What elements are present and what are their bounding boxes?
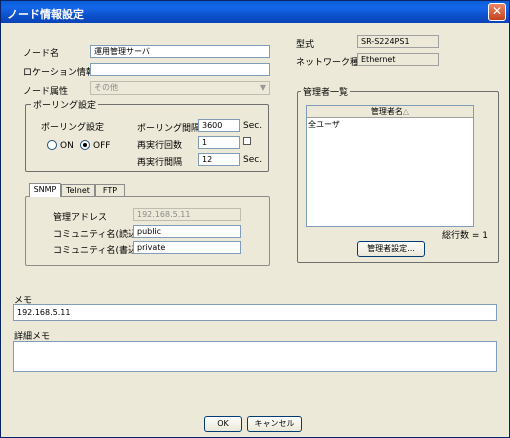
tab-ftp-label: FTP bbox=[102, 186, 118, 195]
close-button[interactable]: ✕ bbox=[488, 3, 506, 21]
attribute-selected-value: その他 bbox=[94, 83, 118, 92]
attribute-label: ノード属性 bbox=[23, 87, 69, 97]
tab-snmp[interactable]: SNMP bbox=[29, 183, 61, 197]
tab-snmp-label: SNMP bbox=[33, 185, 57, 194]
retry-count-label: 再実行回数 bbox=[137, 141, 183, 151]
polling-setting-label: ポーリング設定 bbox=[41, 123, 105, 133]
polling-off-radio[interactable] bbox=[80, 140, 90, 150]
model-label: 型式 bbox=[296, 40, 315, 50]
admin-row-label: 全ユーザ bbox=[308, 120, 340, 129]
mgmt-address-input[interactable]: 192.168.5.11 bbox=[133, 208, 241, 221]
polling-on-radio[interactable] bbox=[47, 140, 57, 150]
sort-ascending-icon: △ bbox=[402, 107, 410, 116]
row-count-text: 総行数 = 1 bbox=[442, 231, 488, 241]
node-info-dialog: ノード情報設定 ✕ ノード名 運用管理サーバ ロケーション情報 ノード属性 その… bbox=[0, 0, 510, 438]
chevron-down-icon: ▼ bbox=[259, 83, 266, 92]
polling-on-label: ON bbox=[60, 141, 74, 151]
polling-interval-label: ポーリング間隔 bbox=[137, 124, 201, 134]
model-value: SR-S224PS1 bbox=[357, 35, 439, 48]
location-input[interactable] bbox=[90, 63, 270, 76]
tab-telnet-label: Telnet bbox=[66, 186, 90, 195]
retry-interval-input[interactable]: 12 bbox=[198, 153, 240, 166]
window-title: ノード情報設定 bbox=[7, 8, 84, 21]
node-name-input[interactable]: 運用管理サーバ bbox=[90, 45, 270, 58]
retry-interval-unit: Sec. bbox=[243, 155, 263, 165]
list-item[interactable]: 全ユーザ bbox=[307, 118, 473, 131]
admin-settings-button[interactable]: 管理者設定... bbox=[357, 241, 425, 257]
polling-off-label: OFF bbox=[93, 141, 111, 151]
admins-group-title: 管理者一覧 bbox=[301, 85, 351, 98]
attribute-select[interactable]: その他 ▼ bbox=[90, 81, 270, 95]
cancel-button[interactable]: キャンセル bbox=[247, 416, 302, 432]
node-name-label: ノード名 bbox=[23, 49, 60, 59]
network-type-value: Ethernet bbox=[357, 53, 439, 66]
community-write-input[interactable]: private bbox=[133, 241, 241, 254]
close-icon: ✕ bbox=[491, 4, 503, 18]
polling-group-title: ポーリング設定 bbox=[31, 98, 99, 111]
location-label: ロケーション情報 bbox=[23, 68, 95, 78]
mgmt-address-label: 管理アドレス bbox=[53, 213, 108, 223]
polling-interval-unit: Sec. bbox=[243, 121, 263, 131]
retry-interval-label: 再実行間隔 bbox=[137, 158, 183, 168]
ok-button[interactable]: OK bbox=[204, 416, 242, 432]
polling-interval-input[interactable]: 3600 bbox=[198, 119, 240, 132]
community-read-input[interactable]: public bbox=[133, 225, 241, 238]
admins-list[interactable]: 管理者名△ 全ユーザ bbox=[306, 105, 474, 227]
spin-icon[interactable] bbox=[243, 137, 251, 145]
admins-column-header[interactable]: 管理者名△ bbox=[307, 106, 473, 118]
title-bar[interactable]: ノード情報設定 ✕ bbox=[1, 1, 509, 23]
detail-memo-textarea[interactable] bbox=[13, 341, 497, 372]
admins-column-label: 管理者名 bbox=[370, 107, 403, 116]
retry-count-input[interactable]: 1 bbox=[198, 136, 240, 149]
memo-input[interactable]: 192.168.5.11 bbox=[13, 304, 497, 321]
